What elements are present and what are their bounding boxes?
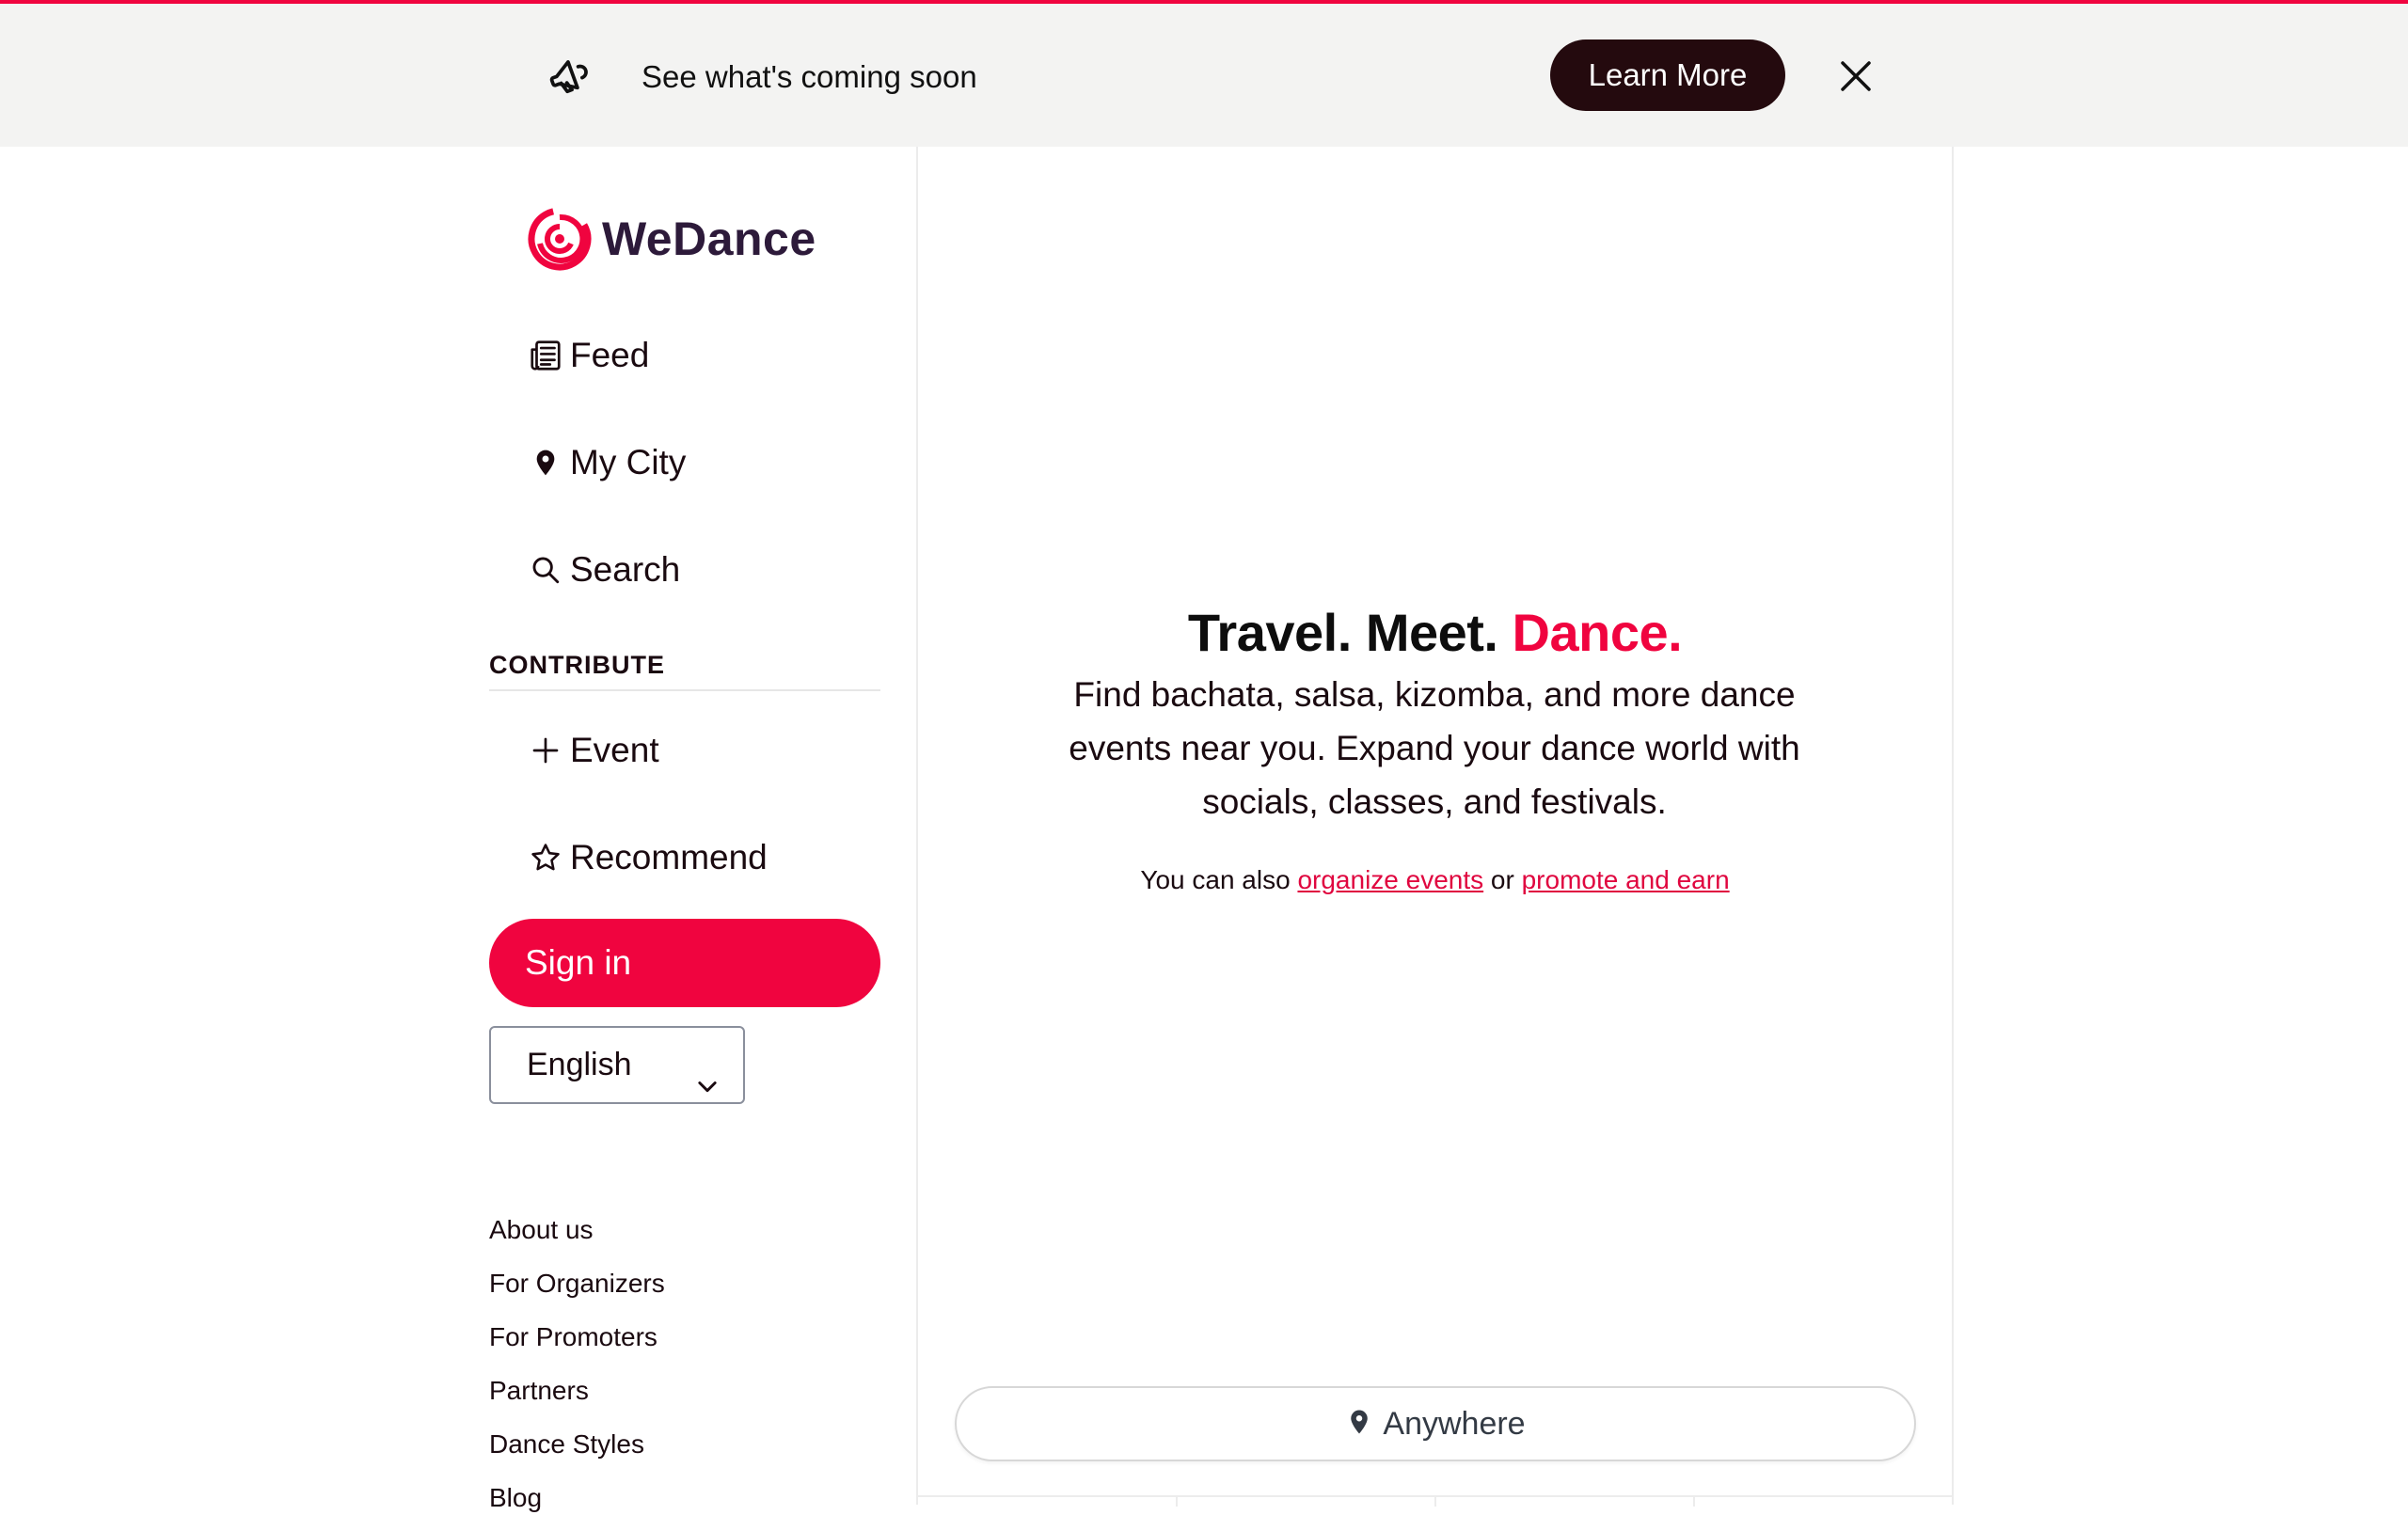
sidebar-item-label: Recommend [570, 838, 768, 876]
language-selected-value: English [527, 1047, 632, 1082]
sidebar-item-label: Search [570, 550, 681, 589]
sidebar-item-label: My City [570, 443, 687, 481]
search-icon [527, 551, 564, 589]
learn-more-button[interactable]: Learn More [1550, 39, 1785, 111]
hero-title-accent: Dance. [1512, 603, 1683, 662]
footer-link-blog[interactable]: Blog [489, 1481, 542, 1515]
newspaper-icon [527, 337, 564, 374]
footer-link-organizers[interactable]: For Organizers [489, 1267, 665, 1301]
location-filter-button[interactable]: Anywhere [955, 1386, 1916, 1461]
star-icon [527, 839, 564, 876]
tab-separator [1693, 1497, 1695, 1507]
hero-note-mid: or [1483, 865, 1522, 894]
wedance-logo-icon [527, 206, 593, 272]
tab-separator [1434, 1497, 1436, 1507]
sidebar-item-event[interactable]: Event [527, 724, 659, 777]
promote-and-earn-link[interactable]: promote and earn [1522, 865, 1730, 894]
sidebar-item-label: Feed [570, 336, 650, 374]
sidebar-item-feed[interactable]: Feed [527, 329, 649, 382]
hero-subtitle: Find bachata, salsa, kizomba, and more d… [1069, 675, 1800, 821]
footer-link-partners[interactable]: Partners [489, 1374, 589, 1408]
footer-link-about[interactable]: About us [489, 1213, 594, 1247]
banner-text: See what's coming soon [642, 59, 977, 94]
plus-icon [527, 732, 564, 769]
tabs-row-border [918, 1495, 1952, 1507]
hero-note-prefix: You can also [1140, 865, 1298, 894]
location-filter-label: Anywhere [1383, 1405, 1526, 1442]
sidebar-item-label: Event [570, 731, 659, 769]
chevron-down-icon [694, 1052, 721, 1093]
location-pin-icon [527, 444, 564, 481]
language-select[interactable]: English [489, 1026, 745, 1104]
location-pin-icon [1345, 1408, 1373, 1441]
announcement-banner: See what's coming soon Learn More [0, 4, 2408, 147]
hero-title-main: Travel. Meet. [1187, 603, 1513, 662]
footer-link-dance-styles[interactable]: Dance Styles [489, 1428, 644, 1461]
hero-title: Travel. Meet. Dance. [918, 602, 1952, 663]
sidebar-divider [916, 147, 918, 1505]
content-divider [1952, 147, 1954, 1505]
organize-events-link[interactable]: organize events [1297, 865, 1483, 894]
tab-separator [1176, 1497, 1178, 1507]
contribute-heading: CONTRIBUTE [489, 651, 880, 691]
sidebar-item-search[interactable]: Search [527, 544, 680, 596]
sidebar-item-recommend[interactable]: Recommend [527, 831, 768, 884]
footer-link-promoters[interactable]: For Promoters [489, 1320, 657, 1354]
sidebar-item-my-city[interactable]: My City [527, 436, 686, 489]
close-icon[interactable] [1836, 56, 1876, 96]
wedance-logo[interactable]: WeDance [527, 205, 816, 273]
megaphone-icon [546, 53, 593, 100]
brand-name: WeDance [602, 213, 816, 265]
hero-note: You can also organize events or promote … [918, 865, 1952, 895]
sign-in-button[interactable]: Sign in [489, 919, 880, 1007]
